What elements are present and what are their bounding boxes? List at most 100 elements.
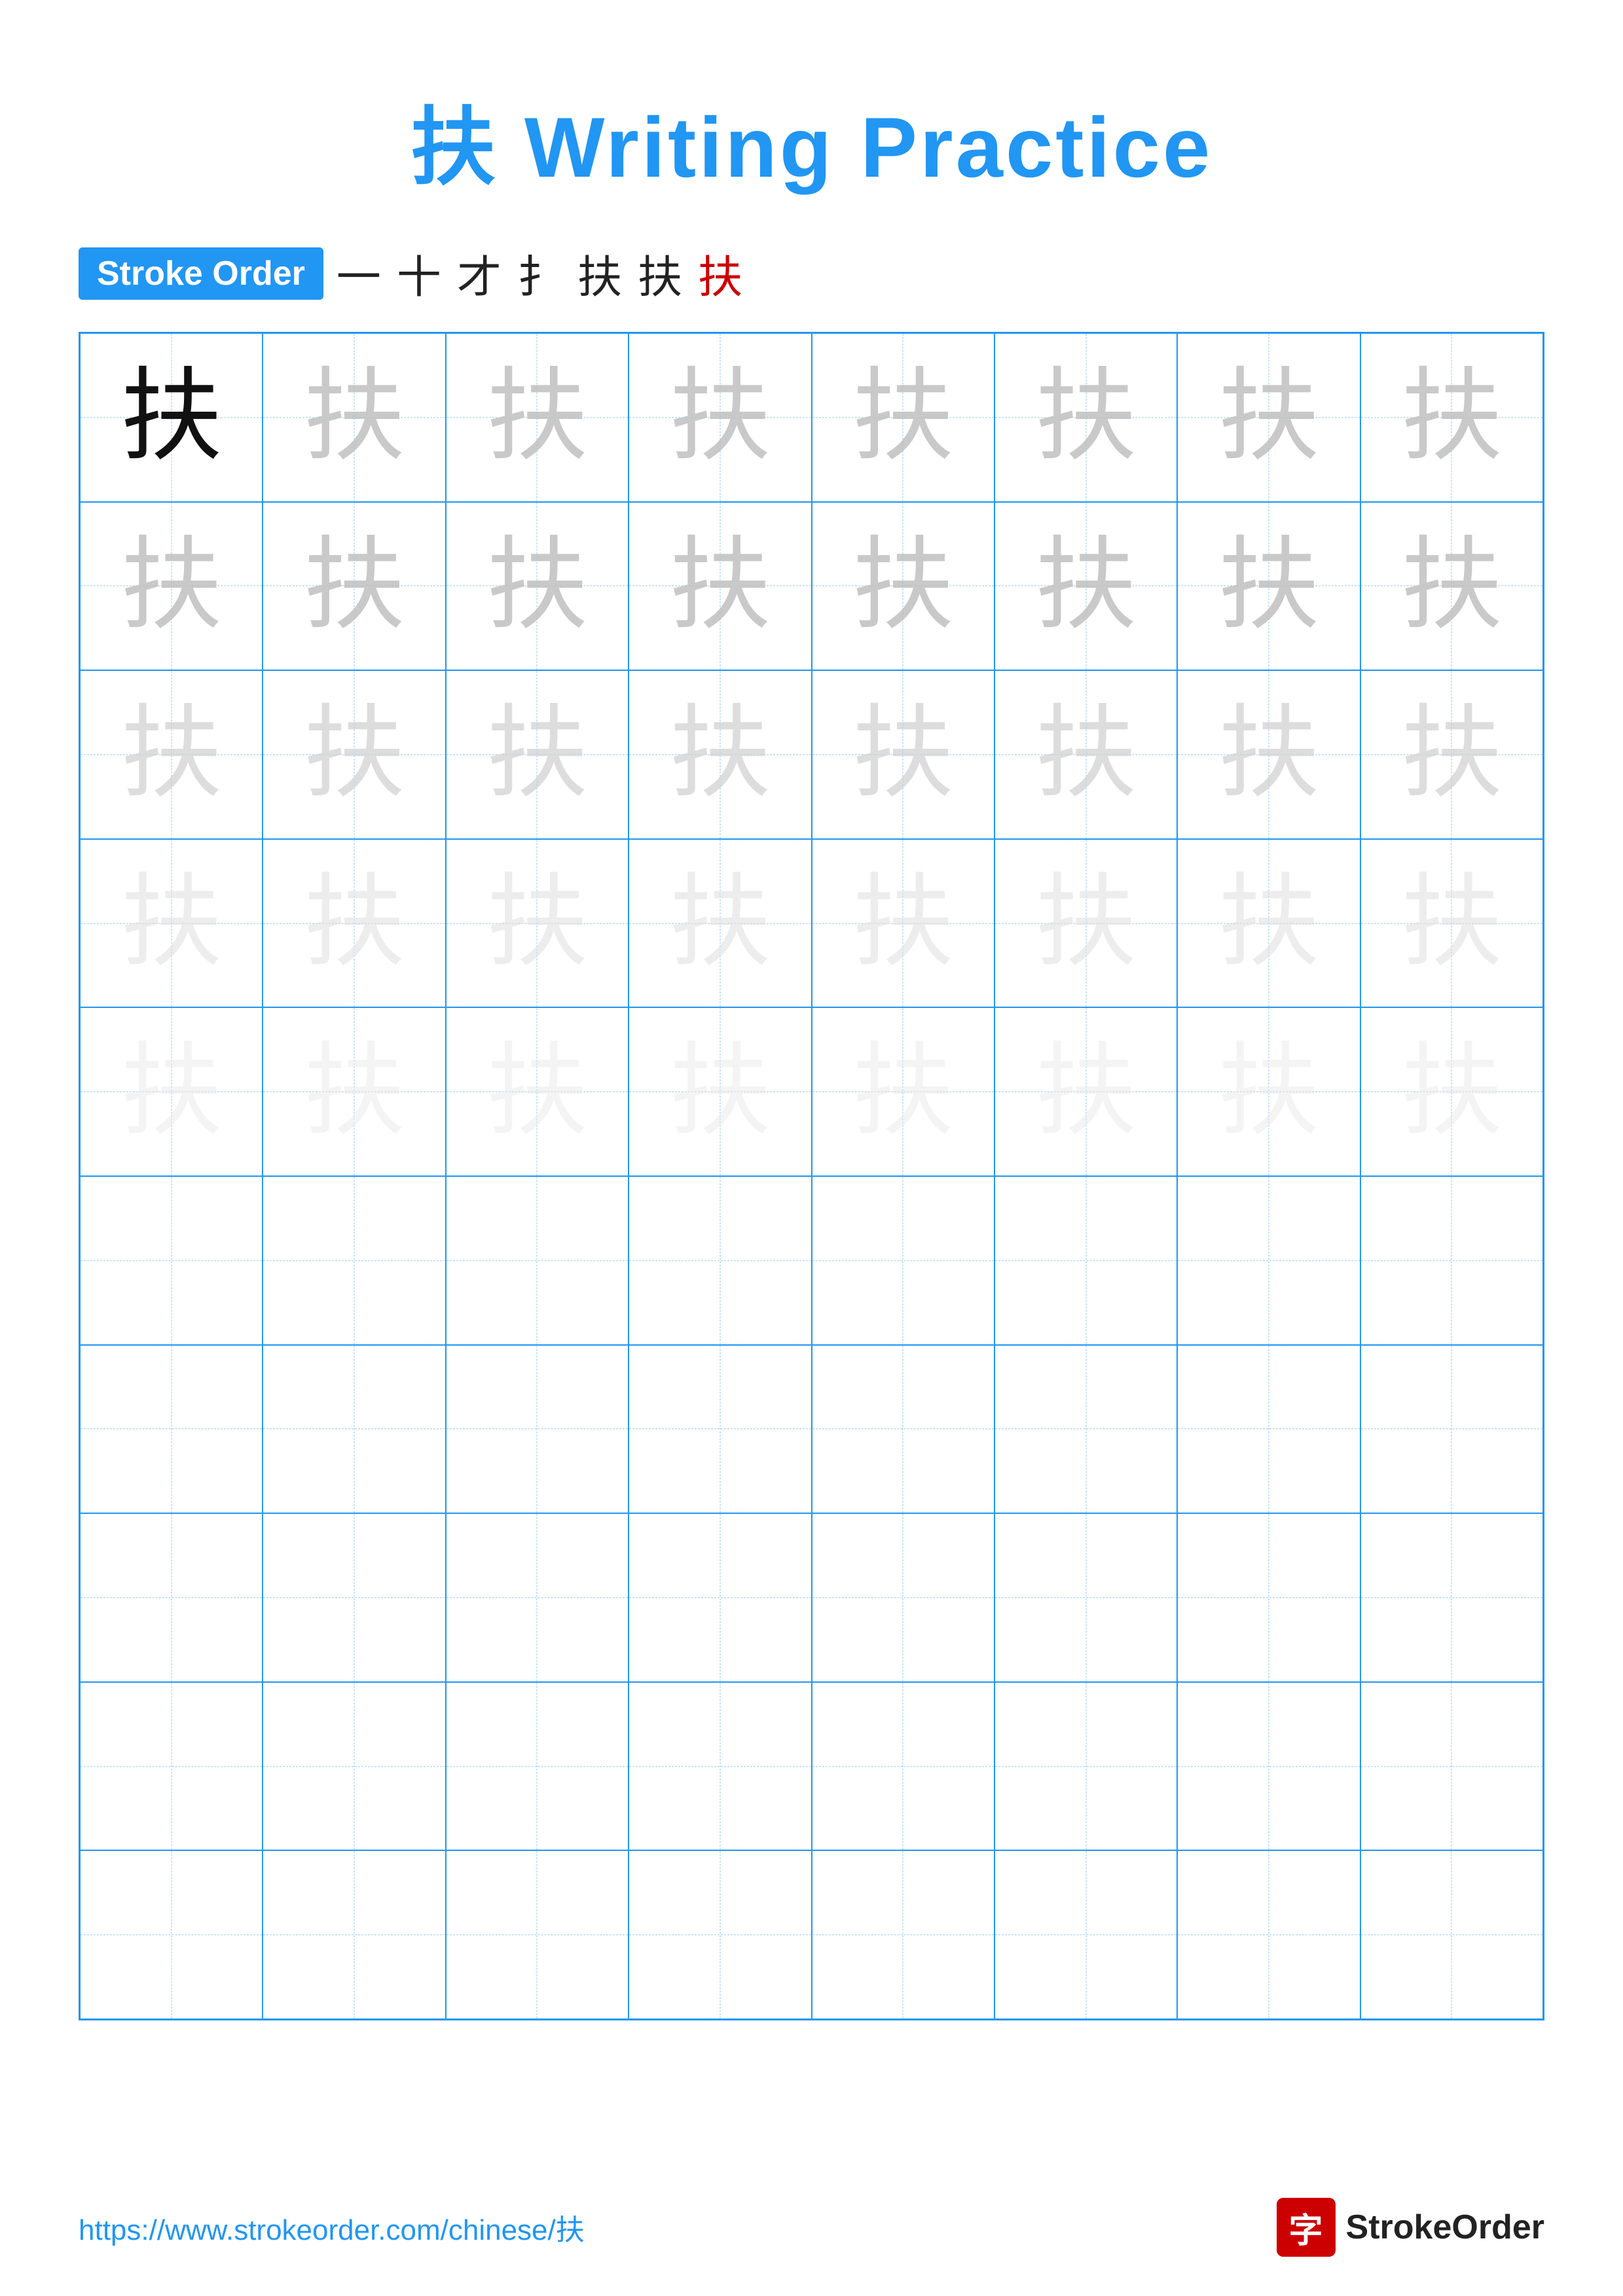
grid-cell-r10c6[interactable] xyxy=(994,1850,1177,2019)
grid-cell-r3c8[interactable]: 扶 xyxy=(1360,670,1543,839)
grid-cell-r4c8[interactable]: 扶 xyxy=(1360,839,1543,1008)
char-r4c2: 扶 xyxy=(304,872,405,974)
grid-cell-r7c8[interactable] xyxy=(1360,1345,1543,1514)
grid-cell-r6c8[interactable] xyxy=(1360,1176,1543,1345)
char-r5c6: 扶 xyxy=(1035,1041,1137,1143)
grid-cell-r7c6[interactable] xyxy=(994,1345,1177,1514)
grid-cell-r6c7[interactable] xyxy=(1177,1176,1360,1345)
grid-cell-r5c1[interactable]: 扶 xyxy=(80,1007,263,1176)
grid-cell-r3c3[interactable]: 扶 xyxy=(446,670,629,839)
char-r2c4: 扶 xyxy=(669,535,771,637)
grid-cell-r2c5[interactable]: 扶 xyxy=(812,502,994,671)
grid-cell-r4c3[interactable]: 扶 xyxy=(446,839,629,1008)
stroke-2: 十 xyxy=(397,241,441,306)
grid-cell-r1c4[interactable]: 扶 xyxy=(629,333,811,502)
grid-cell-r6c2[interactable] xyxy=(263,1176,445,1345)
grid-cell-r8c8[interactable] xyxy=(1360,1513,1543,1682)
grid-cell-r9c8[interactable] xyxy=(1360,1682,1543,1851)
stroke-1: 一 xyxy=(337,241,381,306)
grid-cell-r7c7[interactable] xyxy=(1177,1345,1360,1514)
grid-cell-r3c4[interactable]: 扶 xyxy=(629,670,811,839)
page: 扶 Writing Practice Stroke Order 一 十 才 扌 … xyxy=(0,0,1623,2296)
char-r3c7: 扶 xyxy=(1218,704,1319,805)
grid-cell-r8c6[interactable] xyxy=(994,1513,1177,1682)
grid-cell-r10c7[interactable] xyxy=(1177,1850,1360,2019)
grid-cell-r10c1[interactable] xyxy=(80,1850,263,2019)
grid-cell-r2c7[interactable]: 扶 xyxy=(1177,502,1360,671)
grid-cell-r4c4[interactable]: 扶 xyxy=(629,839,811,1008)
grid-cell-r2c6[interactable]: 扶 xyxy=(994,502,1177,671)
footer-url: https://www.strokeorder.com/chinese/扶 xyxy=(79,2206,585,2248)
grid-cell-r10c5[interactable] xyxy=(812,1850,994,2019)
practice-grid: 扶 扶 扶 扶 扶 扶 扶 扶 扶 扶 扶 xyxy=(79,332,1544,2020)
char-r3c5: 扶 xyxy=(852,704,954,805)
grid-cell-r8c5[interactable] xyxy=(812,1513,994,1682)
char-r4c5: 扶 xyxy=(852,872,954,974)
grid-cell-r4c5[interactable]: 扶 xyxy=(812,839,994,1008)
grid-cell-r3c7[interactable]: 扶 xyxy=(1177,670,1360,839)
grid-cell-r2c1[interactable]: 扶 xyxy=(80,502,263,671)
char-r5c5: 扶 xyxy=(852,1041,954,1143)
grid-cell-r7c3[interactable] xyxy=(446,1345,629,1514)
grid-cell-r7c5[interactable] xyxy=(812,1345,994,1514)
grid-cell-r9c1[interactable] xyxy=(80,1682,263,1851)
grid-cell-r2c2[interactable]: 扶 xyxy=(263,502,445,671)
grid-cell-r2c3[interactable]: 扶 xyxy=(446,502,629,671)
grid-cell-r8c3[interactable] xyxy=(446,1513,629,1682)
grid-cell-r6c6[interactable] xyxy=(994,1176,1177,1345)
grid-cell-r1c5[interactable]: 扶 xyxy=(812,333,994,502)
grid-cell-r1c2[interactable]: 扶 xyxy=(263,333,445,502)
grid-cell-r8c7[interactable] xyxy=(1177,1513,1360,1682)
strokeorder-logo-icon: 字 xyxy=(1277,2198,1336,2257)
grid-cell-r5c8[interactable]: 扶 xyxy=(1360,1007,1543,1176)
grid-cell-r8c1[interactable] xyxy=(80,1513,263,1682)
grid-cell-r5c5[interactable]: 扶 xyxy=(812,1007,994,1176)
grid-cell-r5c4[interactable]: 扶 xyxy=(629,1007,811,1176)
grid-cell-r8c2[interactable] xyxy=(263,1513,445,1682)
char-r3c4: 扶 xyxy=(669,704,771,805)
char-r4c7: 扶 xyxy=(1218,872,1319,974)
grid-cell-r7c2[interactable] xyxy=(263,1345,445,1514)
grid-cell-r5c7[interactable]: 扶 xyxy=(1177,1007,1360,1176)
grid-cell-r2c4[interactable]: 扶 xyxy=(629,502,811,671)
grid-cell-r2c8[interactable]: 扶 xyxy=(1360,502,1543,671)
grid-cell-r1c7[interactable]: 扶 xyxy=(1177,333,1360,502)
grid-cell-r1c1[interactable]: 扶 xyxy=(80,333,263,502)
grid-cell-r1c6[interactable]: 扶 xyxy=(994,333,1177,502)
grid-cell-r6c5[interactable] xyxy=(812,1176,994,1345)
grid-cell-r4c1[interactable]: 扶 xyxy=(80,839,263,1008)
char-r1c7: 扶 xyxy=(1218,367,1319,468)
grid-cell-r9c7[interactable] xyxy=(1177,1682,1360,1851)
grid-cell-r5c2[interactable]: 扶 xyxy=(263,1007,445,1176)
grid-cell-r3c1[interactable]: 扶 xyxy=(80,670,263,839)
grid-cell-r1c3[interactable]: 扶 xyxy=(446,333,629,502)
grid-cell-r4c2[interactable]: 扶 xyxy=(263,839,445,1008)
grid-cell-r9c4[interactable] xyxy=(629,1682,811,1851)
grid-cell-r6c1[interactable] xyxy=(80,1176,263,1345)
grid-cell-r4c6[interactable]: 扶 xyxy=(994,839,1177,1008)
grid-cell-r9c2[interactable] xyxy=(263,1682,445,1851)
grid-cell-r10c4[interactable] xyxy=(629,1850,811,2019)
grid-cell-r3c2[interactable]: 扶 xyxy=(263,670,445,839)
grid-cell-r9c6[interactable] xyxy=(994,1682,1177,1851)
grid-cell-r10c2[interactable] xyxy=(263,1850,445,2019)
grid-cell-r9c3[interactable] xyxy=(446,1682,629,1851)
grid-cell-r7c1[interactable] xyxy=(80,1345,263,1514)
grid-cell-r9c5[interactable] xyxy=(812,1682,994,1851)
grid-cell-r7c4[interactable] xyxy=(629,1345,811,1514)
grid-cell-r8c4[interactable] xyxy=(629,1513,811,1682)
grid-cell-r3c6[interactable]: 扶 xyxy=(994,670,1177,839)
stroke-4: 扌 xyxy=(517,241,562,306)
grid-cell-r4c7[interactable]: 扶 xyxy=(1177,839,1360,1008)
grid-cell-r1c8[interactable]: 扶 xyxy=(1360,333,1543,502)
grid-cell-r3c5[interactable]: 扶 xyxy=(812,670,994,839)
grid-cell-r6c4[interactable] xyxy=(629,1176,811,1345)
grid-cell-r10c3[interactable] xyxy=(446,1850,629,2019)
char-r4c6: 扶 xyxy=(1035,872,1137,974)
stroke-3: 才 xyxy=(457,241,501,306)
stroke-order-row: Stroke Order 一 十 才 扌 扶 扶 扶 xyxy=(79,241,1544,306)
grid-cell-r5c6[interactable]: 扶 xyxy=(994,1007,1177,1176)
grid-cell-r10c8[interactable] xyxy=(1360,1850,1543,2019)
grid-cell-r6c3[interactable] xyxy=(446,1176,629,1345)
grid-cell-r5c3[interactable]: 扶 xyxy=(446,1007,629,1176)
